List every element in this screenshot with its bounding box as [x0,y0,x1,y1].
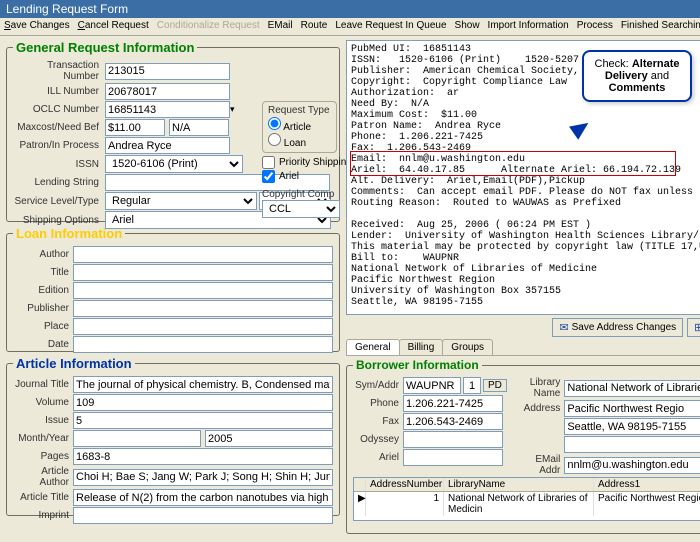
menu-leave[interactable]: Leave Request In Queue [335,20,446,33]
pages-input[interactable] [73,448,333,465]
radio-loan[interactable]: Loan [268,138,306,149]
window-titlebar: Lending Request Form [0,0,700,18]
save-address-button[interactable]: Save Address Changes [552,318,683,337]
borrower-fax-input[interactable] [403,413,503,430]
detail-tabs: General Billing Groups [346,339,700,356]
window-title: Lending Request Form [6,2,128,16]
address3-input[interactable] [564,436,700,453]
needby-input[interactable] [169,119,229,136]
menu-finished[interactable]: Finished Searching [621,20,700,33]
article-title-input[interactable] [73,489,333,506]
loan-date-input[interactable] [73,336,333,353]
symaddr-input[interactable] [403,377,461,394]
tab-billing[interactable]: Billing [399,339,444,355]
chk-ariel[interactable] [262,170,275,183]
library-name-input[interactable] [564,380,700,397]
chk-priority[interactable] [262,156,275,169]
maxcost-input[interactable] [105,119,165,136]
service-level-select[interactable]: Regular [105,192,257,210]
patron-input[interactable] [105,137,230,154]
loan-place-input[interactable] [73,318,333,335]
borrower-ariel-input[interactable] [403,449,503,466]
general-legend: General Request Information [13,40,197,55]
article-author-input[interactable] [73,469,333,486]
menu-conditionalize: Conditionalize Request [157,20,260,33]
tab-general[interactable]: General [346,339,400,355]
menu-email[interactable]: EMail [268,20,293,33]
menu-route[interactable]: Route [301,20,328,33]
addr-seq-input[interactable] [463,377,481,394]
mail-icon [559,321,568,334]
plus-icon [694,321,700,334]
borrower-phone-input[interactable] [403,395,503,412]
add-address-button[interactable]: Add Address [687,318,700,337]
borrower-email-input[interactable] [564,457,700,474]
col-address1[interactable]: Address1 [594,478,700,491]
loan-edition-input[interactable] [73,282,333,299]
issn-select[interactable]: 1520-6106 (Print) [105,155,243,173]
oclc-number-input[interactable] [105,101,230,118]
transaction-number-input[interactable] [105,63,230,80]
table-row[interactable]: ▶ 1 National Network of Libraries of Med… [354,492,700,516]
col-libraryname[interactable]: LibraryName [444,478,594,491]
menubar: Save Changes Cancel Request Conditionali… [0,18,700,36]
volume-input[interactable] [73,394,333,411]
loan-author-input[interactable] [73,246,333,263]
journal-title-input[interactable] [73,376,333,393]
address1-input[interactable] [564,400,700,417]
request-type-group: Request Type Article Loan [262,101,337,153]
loan-title-input[interactable] [73,264,333,281]
borrower-legend: Borrower Information [353,358,482,372]
menu-save[interactable]: Save Changes [4,20,70,33]
imprint-input[interactable] [73,507,333,524]
borrower-odyssey-input[interactable] [403,431,503,448]
tab-groups[interactable]: Groups [442,339,493,355]
annotation-callout: Check: Alternate Delivery and Comments [582,50,692,102]
menu-process[interactable]: Process [577,20,613,33]
loan-publisher-input[interactable] [73,300,333,317]
copyright-comp-select[interactable]: CCL [262,200,340,218]
pd-button[interactable]: PD [483,379,507,392]
col-addressnumber[interactable]: AddressNumber [366,478,444,491]
menu-cancel[interactable]: Cancel Request [78,20,149,33]
article-legend: Article Information [13,356,135,371]
year-input[interactable] [205,430,333,447]
radio-article[interactable]: Article [268,122,311,133]
month-input[interactable] [73,430,201,447]
shipping-checks: Priority Shipping Ariel Copyright Comp C… [262,155,352,218]
address-grid[interactable]: AddressNumber LibraryName Address1 ▶ 1 N… [353,477,700,521]
issue-input[interactable] [73,412,333,429]
address2-input[interactable] [564,418,700,435]
ill-number-input[interactable] [105,83,230,100]
menu-show[interactable]: Show [455,20,480,33]
oclc-dropdown-icon[interactable]: ▾ [230,104,235,115]
menu-import[interactable]: Import Information [488,20,569,33]
